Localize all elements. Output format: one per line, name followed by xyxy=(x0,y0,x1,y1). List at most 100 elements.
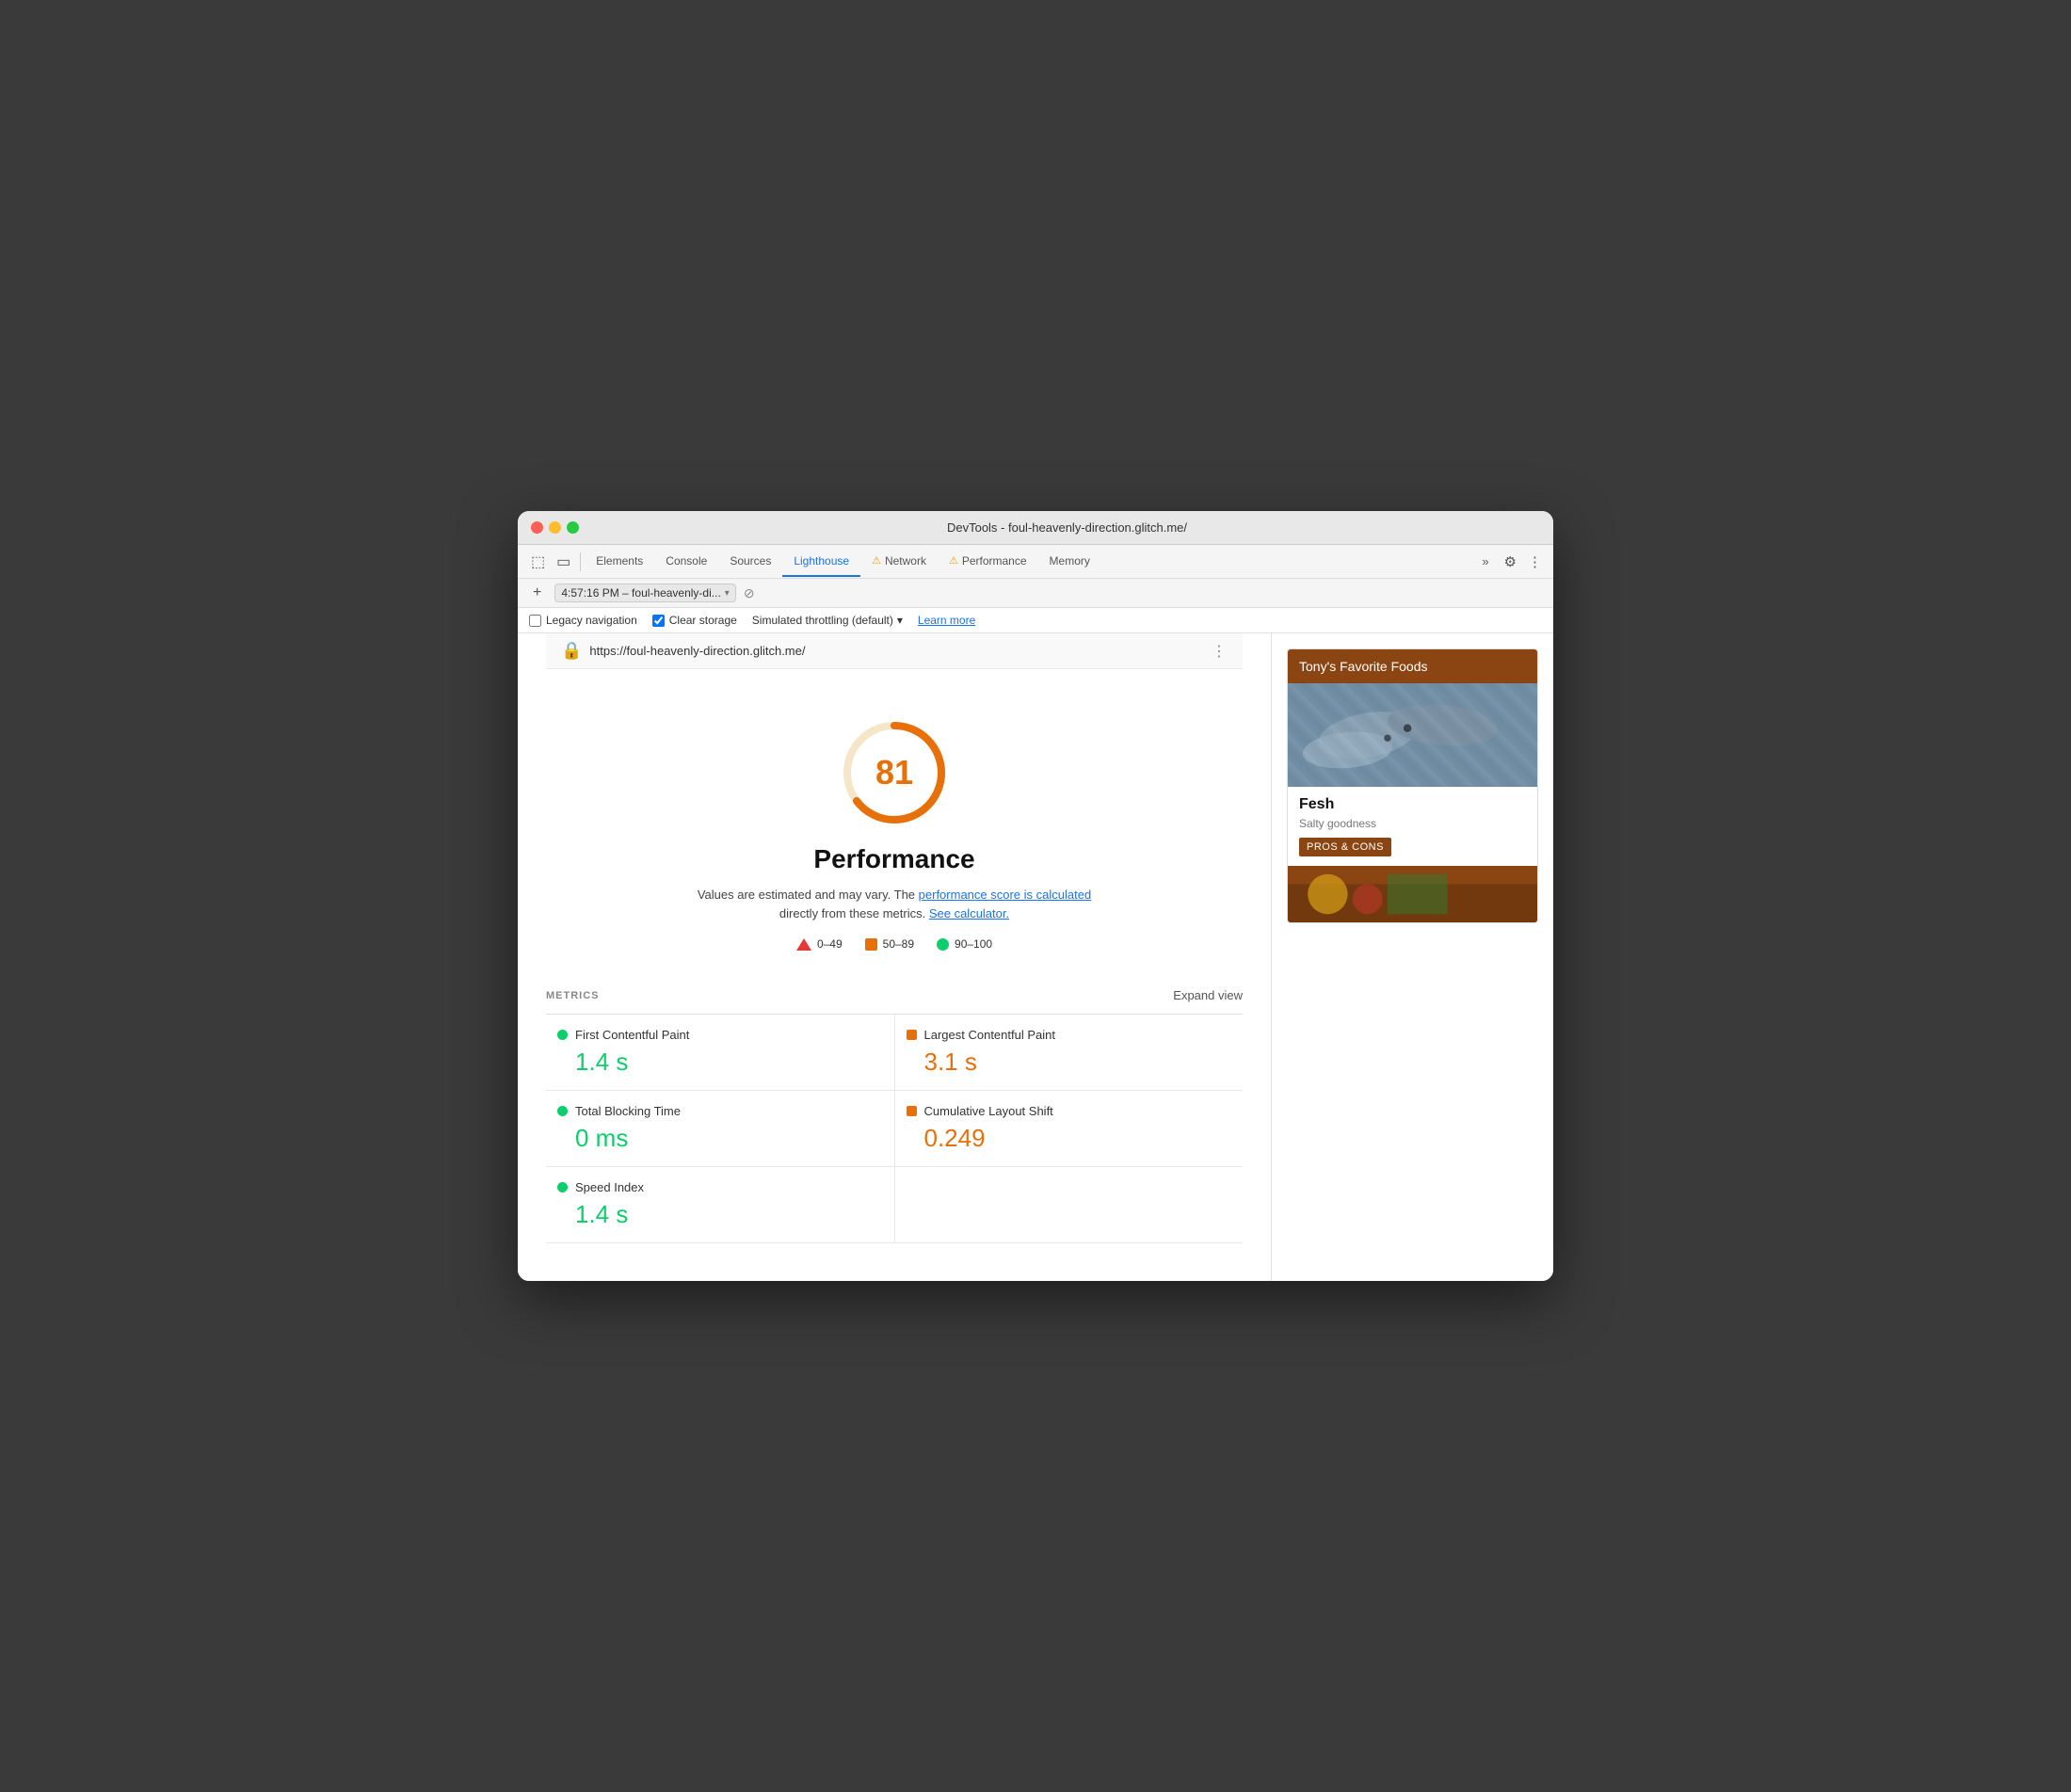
preview-second-image xyxy=(1288,866,1537,922)
right-panel: Tony's Favorite Foods xyxy=(1271,633,1553,1281)
clear-storage-option[interactable]: Clear storage xyxy=(652,614,737,627)
throttling-selector[interactable]: Simulated throttling (default) ▾ xyxy=(752,614,903,627)
performance-warning-icon: ⚠ xyxy=(949,554,958,567)
session-selector[interactable]: 4:57:16 PM – foul-heavenly-di... ▾ xyxy=(554,584,735,602)
si-label: Speed Index xyxy=(575,1180,644,1194)
close-button[interactable] xyxy=(531,521,543,534)
tab-sources[interactable]: Sources xyxy=(718,547,782,577)
pros-cons-button[interactable]: PROS & CONS xyxy=(1299,838,1391,856)
settings-icon[interactable]: ⚙ xyxy=(1501,550,1520,574)
preview-fish-image xyxy=(1288,683,1537,787)
more-options-icon[interactable]: ⋮ xyxy=(1524,550,1546,574)
metrics-section: METRICS Expand view First Contentful Pai… xyxy=(546,969,1243,1262)
throttling-chevron: ▾ xyxy=(897,614,903,627)
cls-name-row: Cumulative Layout Shift xyxy=(907,1104,1232,1118)
fcp-label: First Contentful Paint xyxy=(575,1028,689,1042)
devtools-window: DevTools - foul-heavenly-direction.glitc… xyxy=(518,511,1553,1281)
network-warning-icon: ⚠ xyxy=(872,554,881,567)
toolbar-right: ⚙ ⋮ xyxy=(1501,550,1546,574)
more-tabs-button[interactable]: » xyxy=(1478,551,1492,572)
metrics-header: METRICS Expand view xyxy=(546,988,1243,1002)
metric-lcp: Largest Contentful Paint 3.1 s xyxy=(895,1015,1244,1090)
green-circle-icon xyxy=(937,938,949,951)
legacy-navigation-option[interactable]: Legacy navigation xyxy=(529,614,637,627)
cls-label: Cumulative Layout Shift xyxy=(924,1104,1053,1118)
orange-square-icon xyxy=(865,938,877,951)
legacy-navigation-checkbox[interactable] xyxy=(529,615,541,627)
tab-elements[interactable]: Elements xyxy=(585,547,654,577)
cls-value: 0.249 xyxy=(907,1124,1232,1153)
score-title: Performance xyxy=(813,844,974,874)
url-display: https://foul-heavenly-direction.glitch.m… xyxy=(589,644,1204,658)
tab-separator xyxy=(580,552,581,571)
metric-tbt: Total Blocking Time 0 ms xyxy=(546,1091,895,1166)
tbt-dot xyxy=(557,1106,568,1116)
tab-console[interactable]: Console xyxy=(654,547,718,577)
clear-storage-checkbox[interactable] xyxy=(652,615,665,627)
metric-row-3: Speed Index 1.4 s xyxy=(546,1167,1243,1243)
no-entry-icon[interactable]: ⊘ xyxy=(744,585,755,601)
titlebar: DevTools - foul-heavenly-direction.glitc… xyxy=(518,511,1553,545)
red-triangle-icon xyxy=(796,938,811,951)
site-favicon: 🔒 xyxy=(561,641,582,661)
score-section: 81 Performance Values are estimated and … xyxy=(678,688,1111,969)
preview-item-title: Fesh xyxy=(1299,796,1526,813)
cls-dot xyxy=(907,1106,917,1116)
device-icon[interactable]: ▭ xyxy=(551,549,576,575)
lcp-label: Largest Contentful Paint xyxy=(924,1028,1055,1042)
metric-cls: Cumulative Layout Shift 0.249 xyxy=(895,1091,1244,1166)
minimize-button[interactable] xyxy=(549,521,561,534)
metric-row-2: Total Blocking Time 0 ms Cumulative Layo… xyxy=(546,1091,1243,1167)
devtools-tabbar: ⬚ ▭ Elements Console Sources Lighthouse … xyxy=(518,545,1553,579)
preview-card: Tony's Favorite Foods xyxy=(1287,648,1538,923)
preview-body: Fesh Salty goodness PROS & CONS xyxy=(1288,787,1537,866)
preview-item-subtitle: Salty goodness xyxy=(1299,817,1526,830)
tab-performance[interactable]: ⚠ Performance xyxy=(938,547,1038,577)
score-description: Values are estimated and may vary. The p… xyxy=(697,886,1092,922)
score-value: 81 xyxy=(875,753,913,792)
fish-image-overlay xyxy=(1288,683,1537,787)
si-value: 1.4 s xyxy=(557,1200,883,1229)
url-bar: 🔒 https://foul-heavenly-direction.glitch… xyxy=(546,633,1243,669)
url-more-button[interactable]: ⋮ xyxy=(1212,642,1228,661)
metric-fcp: First Contentful Paint 1.4 s xyxy=(546,1015,895,1090)
left-panel: 🔒 https://foul-heavenly-direction.glitch… xyxy=(518,633,1271,1281)
metrics-grid: First Contentful Paint 1.4 s Largest Con… xyxy=(546,1014,1243,1243)
add-session-button[interactable]: + xyxy=(527,583,547,603)
metric-row-1: First Contentful Paint 1.4 s Largest Con… xyxy=(546,1015,1243,1091)
options-bar: Legacy navigation Clear storage Simulate… xyxy=(518,608,1553,633)
tab-network[interactable]: ⚠ Network xyxy=(860,547,938,577)
legend-item-orange: 50–89 xyxy=(865,937,914,951)
fcp-value: 1.4 s xyxy=(557,1048,883,1077)
metric-si: Speed Index 1.4 s xyxy=(546,1167,895,1242)
tbt-label: Total Blocking Time xyxy=(575,1104,681,1118)
session-bar: + 4:57:16 PM – foul-heavenly-di... ▾ ⊘ xyxy=(518,579,1553,608)
lcp-name-row: Largest Contentful Paint xyxy=(907,1028,1232,1042)
learn-more-link[interactable]: Learn more xyxy=(918,614,975,627)
metrics-label: METRICS xyxy=(546,990,600,1001)
calculator-link[interactable]: See calculator. xyxy=(929,906,1009,920)
perf-score-link[interactable]: performance score is calculated xyxy=(919,888,1092,902)
traffic-lights xyxy=(531,521,579,534)
lcp-dot xyxy=(907,1030,917,1040)
si-name-row: Speed Index xyxy=(557,1180,883,1194)
metric-empty xyxy=(895,1167,1244,1242)
tab-lighthouse[interactable]: Lighthouse xyxy=(782,547,860,577)
lcp-value: 3.1 s xyxy=(907,1048,1232,1077)
score-ring: 81 xyxy=(838,716,951,829)
expand-view-button[interactable]: Expand view xyxy=(1173,988,1243,1002)
fcp-name-row: First Contentful Paint xyxy=(557,1028,883,1042)
session-dropdown-chevron: ▾ xyxy=(725,588,730,599)
preview-card-header: Tony's Favorite Foods xyxy=(1288,649,1537,683)
si-dot xyxy=(557,1182,568,1192)
tab-memory[interactable]: Memory xyxy=(1038,547,1101,577)
score-legend: 0–49 50–89 90–100 xyxy=(796,937,992,951)
tbt-name-row: Total Blocking Time xyxy=(557,1104,883,1118)
inspect-icon[interactable]: ⬚ xyxy=(525,549,551,575)
tbt-value: 0 ms xyxy=(557,1124,883,1153)
window-title: DevTools - foul-heavenly-direction.glitc… xyxy=(594,520,1540,535)
main-content: 🔒 https://foul-heavenly-direction.glitch… xyxy=(518,633,1553,1281)
legend-item-green: 90–100 xyxy=(937,937,992,951)
maximize-button[interactable] xyxy=(567,521,579,534)
legend-item-red: 0–49 xyxy=(796,937,843,951)
